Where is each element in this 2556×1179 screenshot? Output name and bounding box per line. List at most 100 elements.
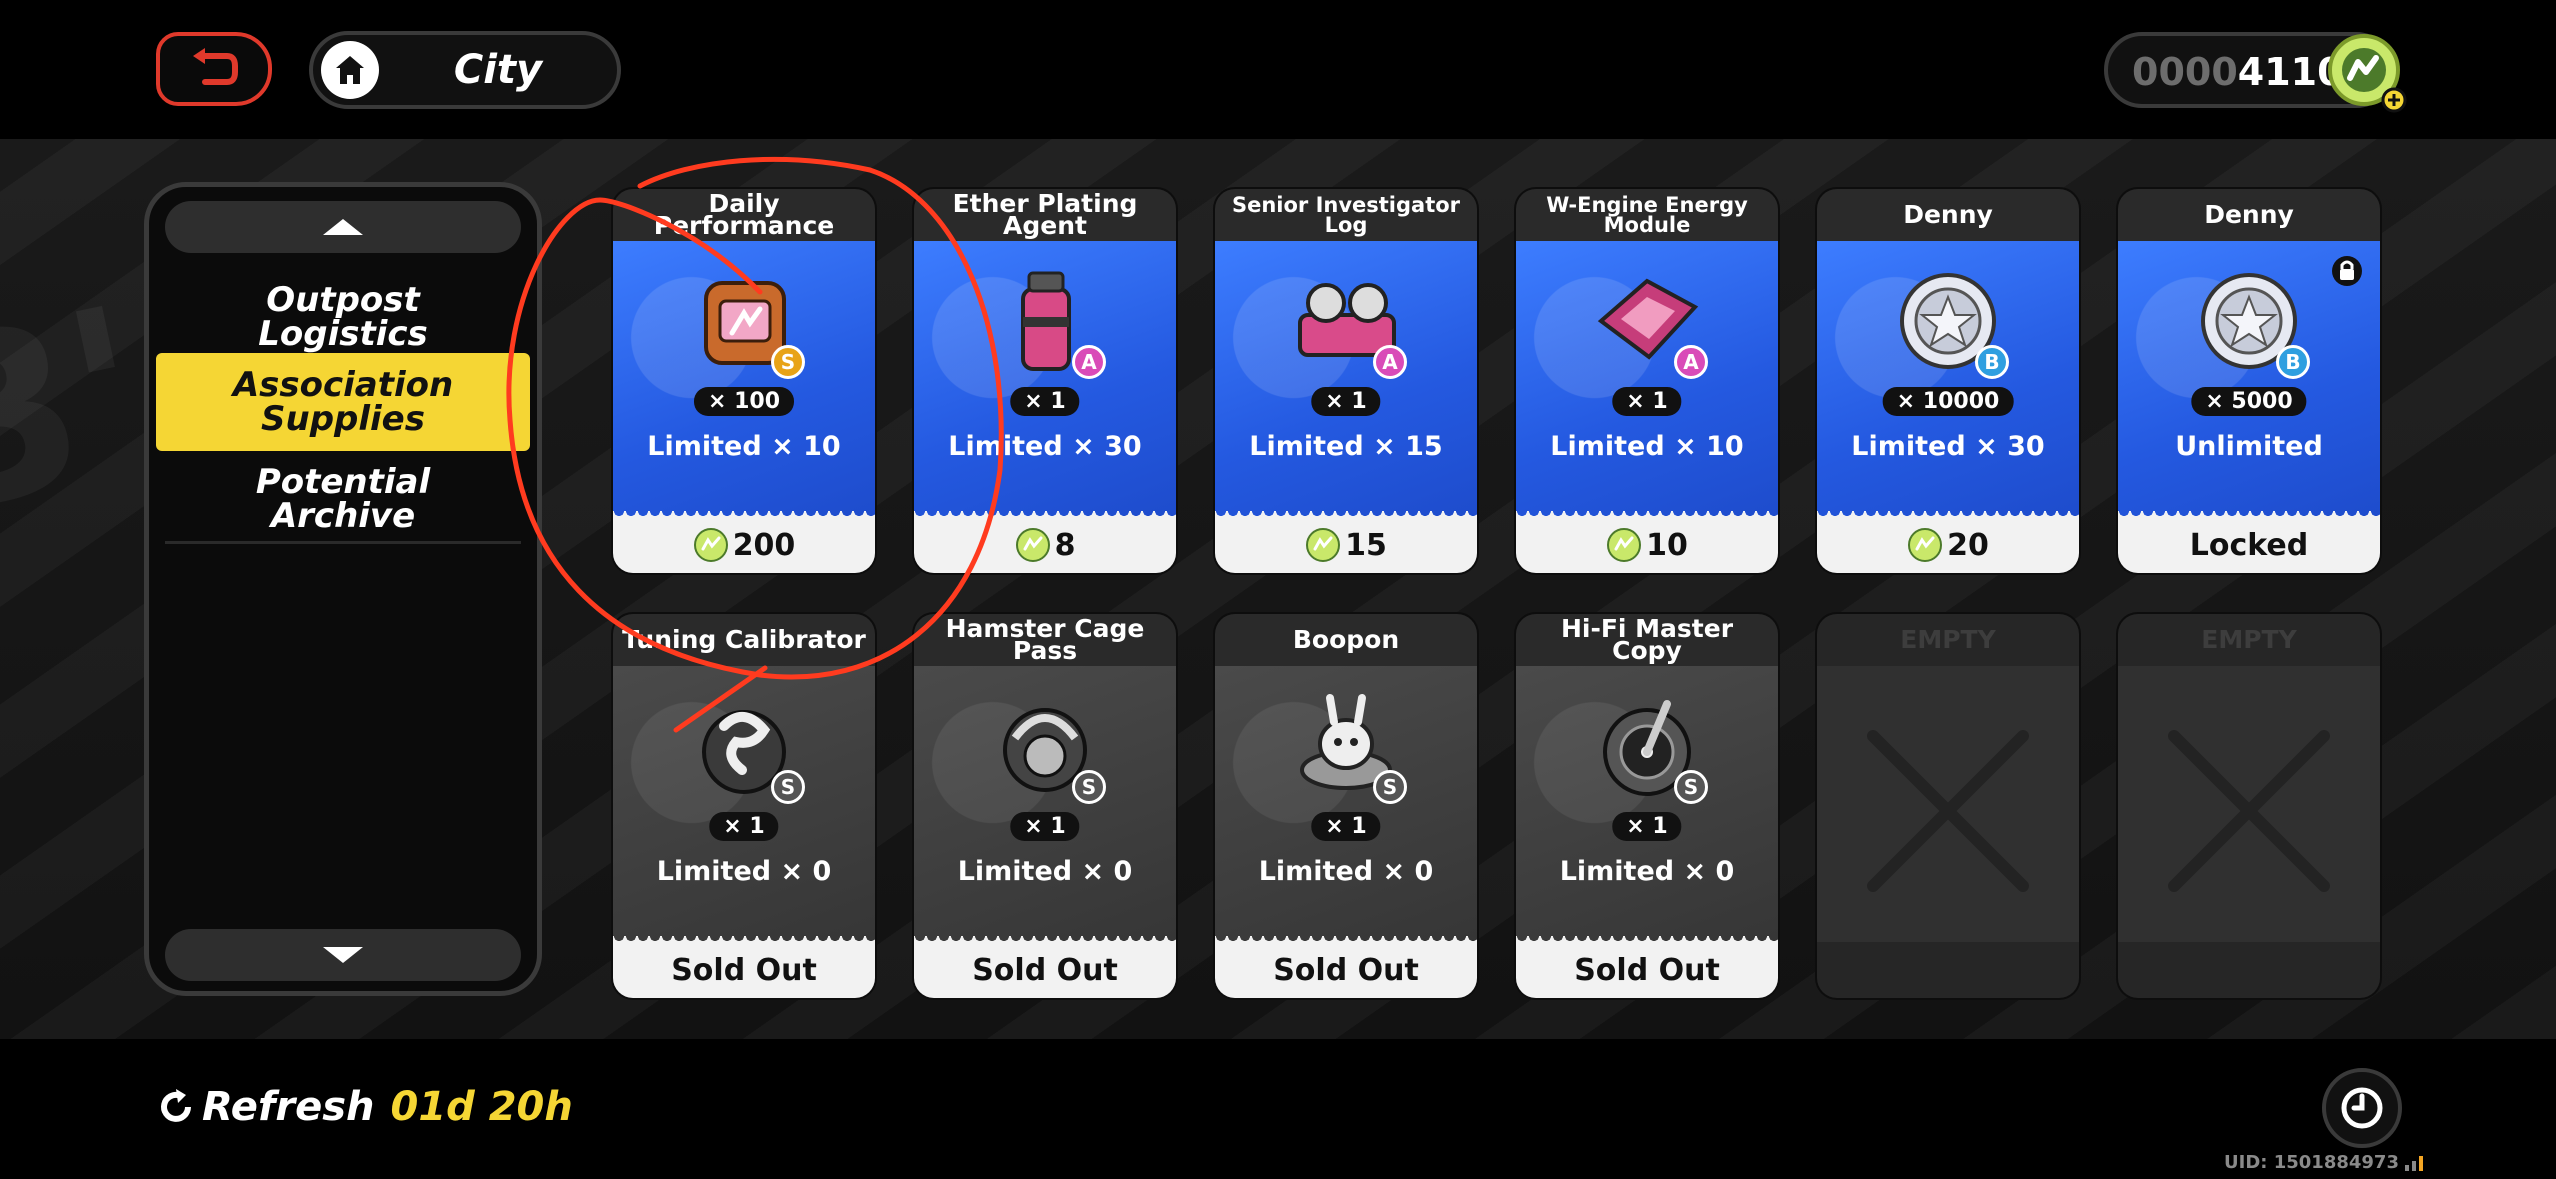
- triangle-down-icon: [323, 947, 363, 963]
- item-body: S × 1 Limited × 0: [1516, 666, 1778, 942]
- item-price: 20: [1947, 527, 1989, 563]
- sidebar-item-outpost-logistics[interactable]: Outpost Logistics: [149, 283, 537, 351]
- item-title: Boopon: [1292, 625, 1400, 654]
- item-limit: Unlimited: [2175, 431, 2323, 462]
- shop-item-card[interactable]: Tuning Calibrator S × 1 Limited × 0 Sold Out: [613, 614, 875, 998]
- refresh-label: Refresh: [202, 1084, 375, 1130]
- empty-slot-card: EMPTY: [1817, 614, 2079, 998]
- item-status: Locked: [2189, 527, 2309, 563]
- item-footer: 10: [1516, 511, 1778, 573]
- item-body: S × 1 Limited × 0: [914, 666, 1176, 942]
- shop-item-card[interactable]: Boopon S × 1 Limited × 0 Sold Out: [1215, 614, 1477, 998]
- shop-item-card[interactable]: Denny B × 5000 Unlimited Locked: [2118, 189, 2380, 573]
- sidebar-item-association-supplies[interactable]: Association Supplies: [156, 353, 530, 451]
- rank-badge: S: [1373, 770, 1407, 804]
- item-footer: 200: [613, 511, 875, 573]
- empty-slot-body: [2118, 666, 2380, 942]
- item-body: A × 1 Limited × 10: [1516, 241, 1778, 517]
- item-body: B × 10000 Limited × 30: [1817, 241, 2079, 517]
- item-footer: Sold Out: [1215, 936, 1477, 998]
- refresh-time: 01d 20h: [390, 1084, 573, 1130]
- shop-item-card[interactable]: Denny B × 10000 Limited × 30 20: [1817, 189, 2079, 573]
- item-body: S × 1 Limited × 0: [1215, 666, 1477, 942]
- item-title: Denny: [2204, 200, 2294, 229]
- triangle-up-icon: [323, 219, 363, 235]
- help-icon: [2341, 1087, 2383, 1129]
- item-footer: Sold Out: [914, 936, 1176, 998]
- rank-badge: B: [1975, 345, 2009, 379]
- item-status: Sold Out: [972, 952, 1118, 988]
- sidebar-item-potential-archive[interactable]: Potential Archive: [149, 465, 537, 533]
- coupon-currency-icon: [2328, 34, 2407, 113]
- item-quantity: × 1: [1010, 812, 1080, 841]
- scroll-up-button[interactable]: [165, 201, 521, 253]
- item-footer: 20: [1817, 511, 2079, 573]
- shop-item-card[interactable]: Senior Investigator Log A × 1 Limited × 15 1…: [1215, 189, 1477, 573]
- home-icon[interactable]: [321, 41, 379, 99]
- item-limit: Limited × 0: [957, 856, 1133, 887]
- background-graphic: 3': [0, 259, 164, 566]
- help-button[interactable]: [2322, 1068, 2402, 1148]
- rank-badge: B: [2276, 345, 2310, 379]
- shop-item-card[interactable]: Hi-Fi Master Copy S × 1 Limited × 0 Sold Out: [1516, 614, 1778, 998]
- empty-slot-body: [1817, 666, 2079, 942]
- refresh-icon: [161, 1089, 191, 1122]
- shop-item-card[interactable]: W-Engine Energy Module A × 1 Limited × 10 10: [1516, 189, 1778, 573]
- item-title: Denny: [1903, 200, 1993, 229]
- item-body: A × 1 Limited × 30: [914, 241, 1176, 517]
- item-status: Sold Out: [1273, 952, 1419, 988]
- item-limit: Limited × 30: [948, 431, 1142, 462]
- lock-icon: [2332, 256, 2362, 286]
- item-limit: Limited × 15: [1249, 431, 1443, 462]
- item-quantity: × 100: [693, 387, 795, 416]
- scroll-down-button[interactable]: [165, 929, 521, 981]
- item-quantity: × 1: [1010, 387, 1080, 416]
- currency-amount: 00004110: [2132, 50, 2344, 94]
- sidebar-divider: [165, 541, 521, 544]
- item-title: Hi-Fi Master Copy: [1560, 614, 1734, 665]
- item-quantity: × 1: [1612, 387, 1682, 416]
- item-quantity: × 1: [1311, 812, 1381, 841]
- item-title: Senior Investigator Log: [1231, 193, 1461, 237]
- back-arrow-icon: [193, 48, 238, 85]
- coupon-currency-icon: [1306, 528, 1341, 562]
- item-quantity: × 1: [709, 812, 779, 841]
- sidebar-item-label: Association Supplies: [232, 365, 454, 439]
- shop-item-card[interactable]: Daily Performance S × 100 Limited × 10 200: [613, 189, 875, 573]
- item-body: S × 100 Limited × 10: [613, 241, 875, 517]
- item-limit: Limited × 0: [1258, 856, 1434, 887]
- coupon-currency-icon: [693, 528, 728, 562]
- cross-icon: [2168, 730, 2330, 892]
- shop-item-card[interactable]: Hamster Cage Pass S × 1 Limited × 0 Sold Out: [914, 614, 1176, 998]
- item-limit: Limited × 0: [656, 856, 832, 887]
- back-button[interactable]: [156, 32, 272, 106]
- rank-badge: A: [1072, 345, 1106, 379]
- item-price: 200: [732, 527, 796, 563]
- rank-badge: S: [771, 345, 805, 379]
- item-quantity: × 10000: [1882, 387, 2014, 416]
- rank-badge: S: [771, 770, 805, 804]
- item-quantity: × 5000: [2191, 387, 2307, 416]
- sidebar-item-label: Outpost Logistics: [258, 280, 428, 354]
- currency-display[interactable]: 00004110: [2104, 32, 2407, 113]
- rank-badge: A: [1674, 345, 1708, 379]
- empty-slot-card: EMPTY: [2118, 614, 2380, 998]
- item-limit: Limited × 0: [1559, 856, 1735, 887]
- item-footer: Sold Out: [613, 936, 875, 998]
- item-price: 15: [1345, 527, 1387, 563]
- item-body: A × 1 Limited × 15: [1215, 241, 1477, 517]
- shop-item-card[interactable]: Ether Plating Agent A × 1 Limited × 30 8: [914, 189, 1176, 573]
- coupon-currency-icon: [1607, 528, 1642, 562]
- breadcrumb-label: City: [453, 47, 543, 93]
- item-title: EMPTY: [2201, 625, 2297, 654]
- item-price: 8: [1054, 527, 1076, 563]
- item-body: S × 1 Limited × 0: [613, 666, 875, 942]
- item-limit: Limited × 30: [1851, 431, 2045, 462]
- item-status: Sold Out: [671, 952, 817, 988]
- item-title: Tuning Calibrator: [622, 625, 866, 654]
- item-footer: 8: [914, 511, 1176, 573]
- item-title: Hamster Cage Pass: [945, 614, 1145, 665]
- cross-icon: [1867, 730, 2029, 892]
- breadcrumb[interactable]: City: [309, 31, 621, 109]
- coupon-currency-icon: [1908, 528, 1943, 562]
